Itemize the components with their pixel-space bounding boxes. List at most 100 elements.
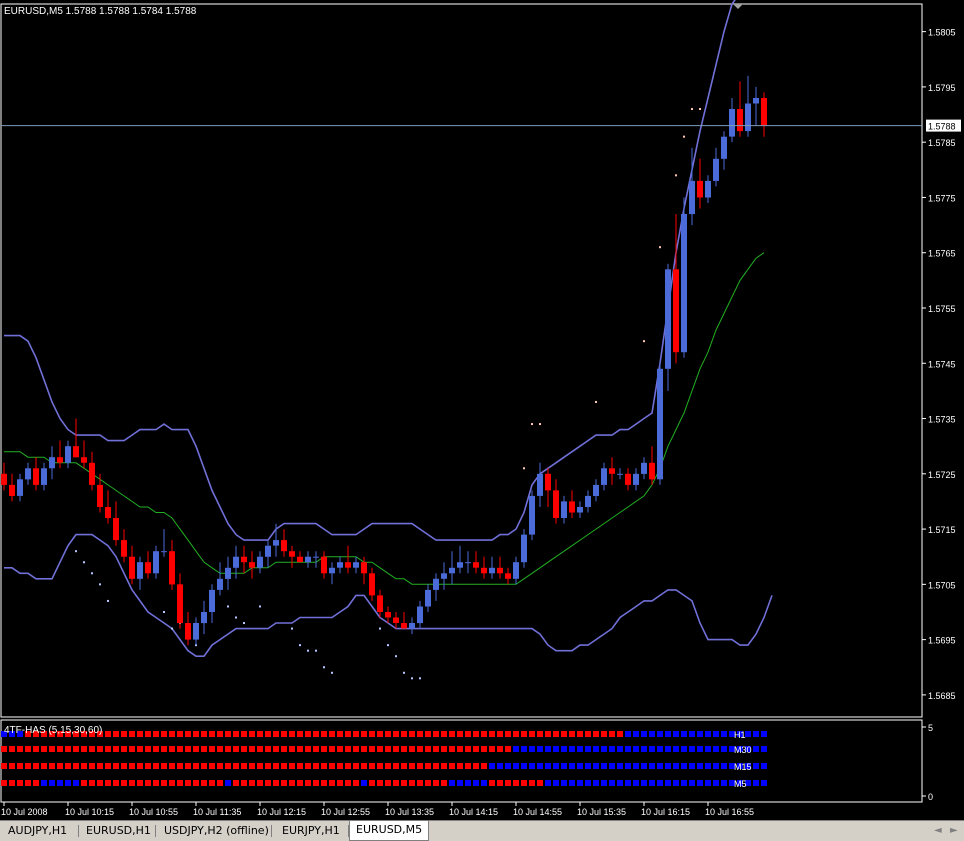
indicator-block — [609, 780, 615, 786]
indicator-block — [401, 731, 407, 737]
indicator-block — [441, 746, 447, 752]
signal-dot — [331, 671, 333, 674]
y-axis-label: 1.5705 — [928, 580, 956, 590]
signal-dot — [379, 627, 381, 630]
candle — [337, 562, 343, 568]
candle — [569, 501, 575, 513]
signal-dot — [595, 400, 597, 403]
indicator-block — [529, 780, 535, 786]
indicator-block — [241, 746, 247, 752]
indicator-block — [385, 780, 391, 786]
indicator-block — [257, 746, 263, 752]
indicator-block — [481, 763, 487, 769]
indicator-block — [193, 780, 199, 786]
candle — [729, 109, 735, 137]
chart-tab-bar: AUDJPY,H1 EURUSD,H1 USDJPY,H2 (offline) … — [0, 820, 964, 841]
candle — [689, 180, 695, 215]
indicator-block — [489, 780, 495, 786]
candle — [9, 484, 15, 496]
candle — [97, 484, 103, 507]
indicator-block — [369, 731, 375, 737]
indicator-block — [113, 763, 119, 769]
tab-eurjpy-h1[interactable]: EURJPY,H1 — [276, 822, 346, 840]
indicator-block — [97, 780, 103, 786]
indicator-block — [409, 780, 415, 786]
candle — [417, 606, 423, 624]
indicator-block — [601, 763, 607, 769]
candle — [561, 501, 567, 518]
indicator-block — [385, 746, 391, 752]
candle — [601, 468, 607, 485]
indicator-block — [377, 780, 383, 786]
indicator-block — [513, 731, 519, 737]
candle — [169, 551, 175, 585]
indicator-block — [225, 746, 231, 752]
indicator-block — [153, 731, 159, 737]
indicator-block — [81, 746, 87, 752]
indicator-block — [305, 746, 311, 752]
indicator-block — [409, 746, 415, 752]
indicator-block — [113, 731, 119, 737]
indicator-block — [241, 763, 247, 769]
indicator-block — [713, 780, 719, 786]
indicator-block — [345, 780, 351, 786]
indicator-block — [649, 763, 655, 769]
indicator-block — [521, 763, 527, 769]
indicator-block — [433, 746, 439, 752]
indicator-block — [297, 780, 303, 786]
indicator-block — [561, 763, 567, 769]
indicator-block — [569, 746, 575, 752]
x-axis-label: 10 Jul 12:15 — [257, 807, 306, 817]
indicator-block — [433, 731, 439, 737]
current-price-label: 1.5788 — [928, 122, 956, 132]
indicator-block — [297, 731, 303, 737]
chart-shift-marker[interactable] — [733, 4, 743, 9]
candle — [225, 567, 231, 579]
indicator-block — [161, 746, 167, 752]
candle — [297, 556, 303, 563]
signal-dot — [107, 599, 109, 602]
candle — [521, 534, 527, 563]
indicator-block — [329, 731, 335, 737]
signal-dot — [299, 644, 301, 647]
indicator-block — [121, 780, 127, 786]
indicator-block — [585, 763, 591, 769]
chart-window[interactable]: 1.5788 1.5805 1.5795 1.5785 1.5775 1.5765 1.57… — [0, 0, 964, 820]
indicator-block — [417, 763, 423, 769]
indicator-block — [577, 763, 583, 769]
indicator-block — [249, 780, 255, 786]
indicator-block — [281, 763, 287, 769]
tab-audjpy-h1[interactable]: AUDJPY,H1 — [2, 822, 73, 840]
indicator-block — [545, 763, 551, 769]
candle — [249, 562, 255, 568]
candle — [345, 562, 351, 568]
tab-scroll-left-icon[interactable]: ◄ — [934, 823, 942, 839]
indicator-block — [505, 731, 511, 737]
candle — [737, 109, 743, 132]
indicator-block — [577, 731, 583, 737]
tab-usdjpy-h2-offline[interactable]: USDJPY,H2 (offline) — [158, 822, 275, 840]
tab-scroll-right-icon[interactable]: ► — [950, 823, 958, 839]
indicator-block — [225, 763, 231, 769]
tab-eurusd-m5[interactable]: EURUSD,M5 — [349, 821, 430, 841]
indicator-block — [105, 746, 111, 752]
indicator-block — [697, 763, 703, 769]
indicator-block — [401, 763, 407, 769]
indicator-block — [561, 731, 567, 737]
indicator-block — [33, 746, 39, 752]
indicator-block — [57, 763, 63, 769]
indicator-block — [689, 763, 695, 769]
candle — [753, 98, 759, 104]
indicator-block — [713, 763, 719, 769]
indicator-block — [585, 746, 591, 752]
signal-dot — [259, 605, 261, 608]
candle — [433, 578, 439, 590]
indicator-block — [545, 746, 551, 752]
indicator-block — [489, 763, 495, 769]
indicator-block — [361, 780, 367, 786]
tab-eurusd-h1[interactable]: EURUSD,H1 — [80, 822, 157, 840]
price-chart[interactable]: 1.5788 1.5805 1.5795 1.5785 1.5775 1.5765 1.57… — [0, 0, 964, 820]
signal-dot — [307, 649, 309, 652]
indicator-block — [41, 763, 47, 769]
indicator-block — [329, 763, 335, 769]
